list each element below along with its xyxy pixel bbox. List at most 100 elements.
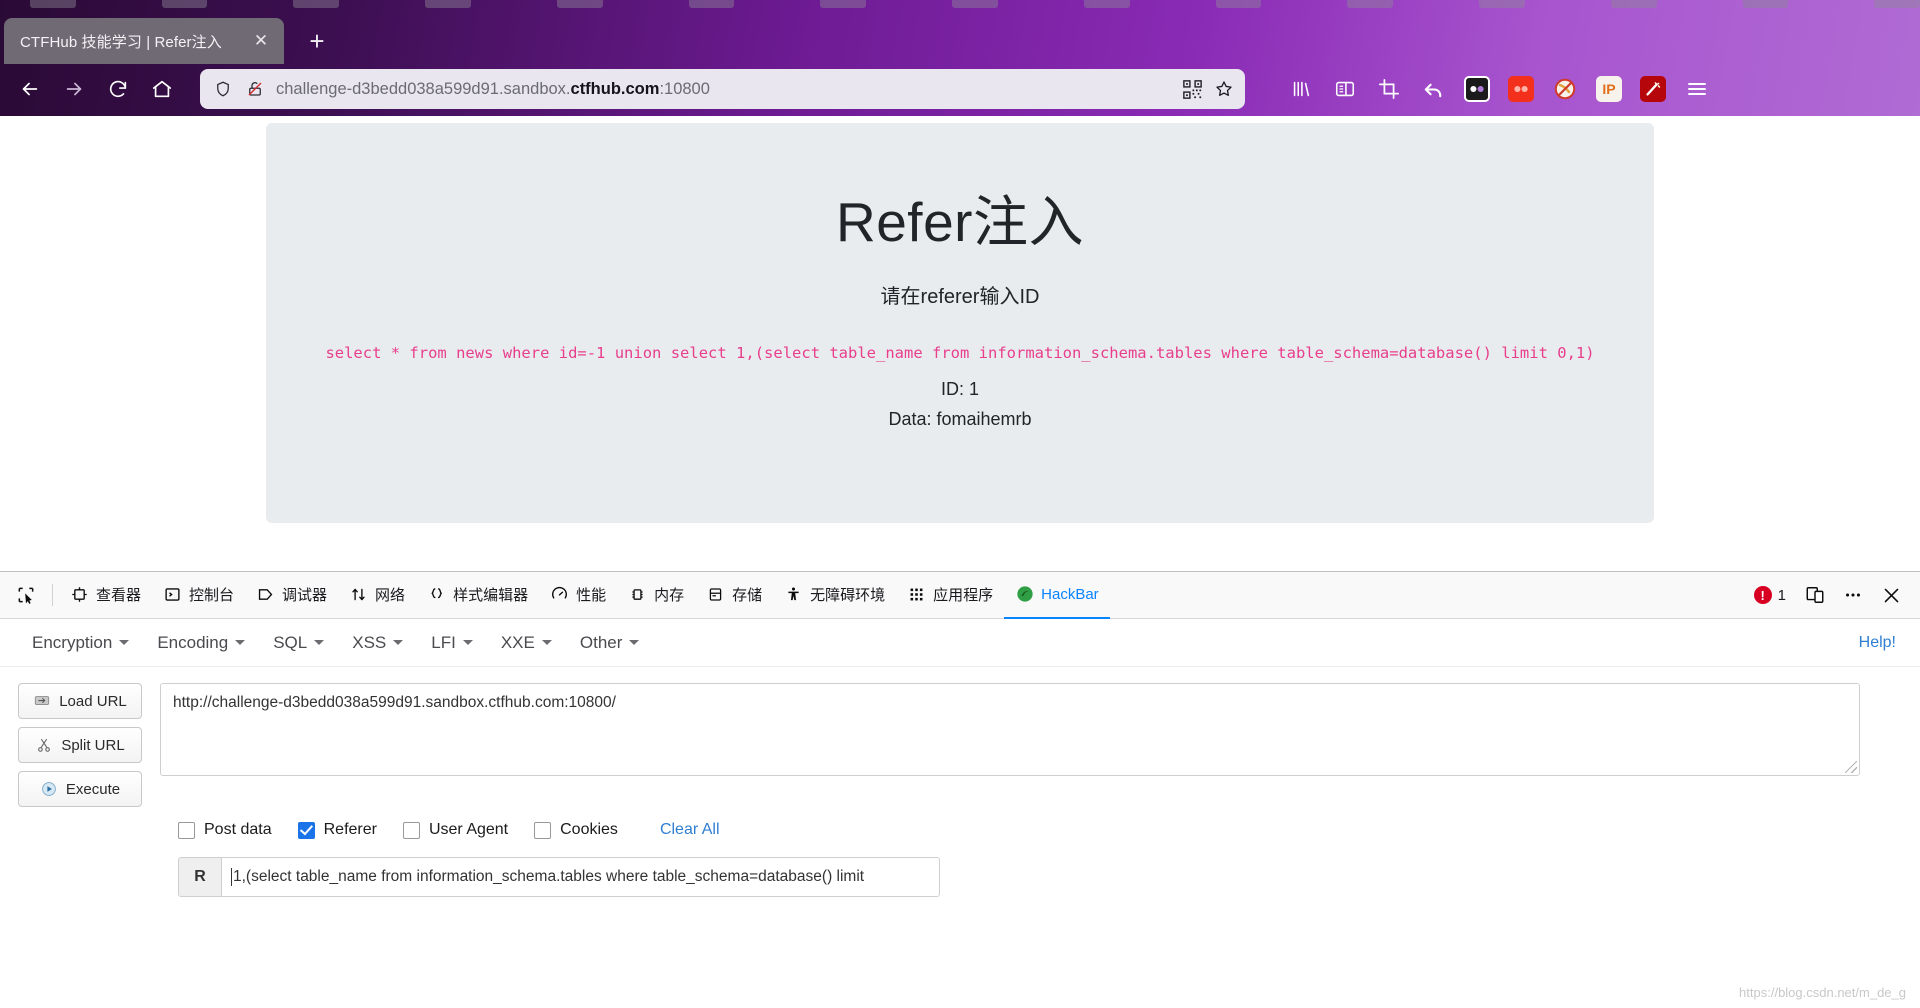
devtools-controls: ! 1	[1753, 578, 1920, 612]
post-data-checkbox[interactable]	[178, 821, 195, 839]
menu-label: XSS	[352, 632, 387, 652]
tab-hackbar[interactable]: HackBar	[1004, 572, 1110, 619]
menu-encoding[interactable]: Encoding	[143, 627, 259, 659]
dark-reader-icon[interactable]	[1459, 71, 1495, 107]
menu-label: XXE	[500, 632, 535, 652]
memory-icon	[628, 585, 647, 604]
button-label: Load URL	[59, 692, 127, 710]
element-picker-icon[interactable]	[6, 575, 46, 615]
hackbar-action-buttons: Load URL Split URL Execute	[18, 683, 142, 807]
option-referer[interactable]: Referer	[297, 821, 377, 839]
menu-label: Encoding	[157, 632, 229, 652]
red-extension-icon[interactable]	[1503, 71, 1539, 107]
tab-performance[interactable]: 性能	[539, 572, 617, 619]
back-arrow-icon[interactable]	[10, 69, 50, 109]
browser-tab[interactable]: CTFHub 技能学习 | Refer注入 ✕	[4, 18, 284, 64]
user-agent-checkbox[interactable]	[402, 821, 420, 839]
execute-icon	[40, 780, 58, 798]
tab-debugger[interactable]: 调试器	[245, 572, 338, 619]
referer-input[interactable]: 1,(select table_name from information_sc…	[222, 858, 939, 896]
referer-input-group[interactable]: R 1,(select table_name from information_…	[178, 857, 940, 897]
ghost-tab	[1479, 0, 1525, 8]
crop-icon[interactable]	[1371, 71, 1407, 107]
reload-icon[interactable]	[98, 69, 138, 109]
library-icon[interactable]	[1283, 71, 1319, 107]
tab-label: HackBar	[1041, 585, 1099, 603]
tab-application[interactable]: 应用程序	[896, 572, 1004, 619]
application-icon	[907, 585, 926, 604]
sidebar-icon[interactable]	[1327, 71, 1363, 107]
extension-toolbar: IP	[1283, 71, 1715, 107]
tab-style-editor[interactable]: 样式编辑器	[416, 572, 539, 619]
qr-code-icon[interactable]	[1181, 78, 1203, 100]
url-text: challenge-d3bedd038a599d91.sandbox.ctfhu…	[276, 79, 710, 98]
menu-label: Encryption	[32, 632, 113, 652]
tab-storage[interactable]: 存储	[695, 572, 773, 619]
menu-xss[interactable]: XSS	[338, 627, 417, 659]
performance-icon	[550, 585, 569, 604]
option-cookies[interactable]: Cookies	[534, 821, 618, 839]
menu-label: Other	[579, 632, 623, 652]
hackbar-panel: Encryption Encoding SQL XSS LFI XXE Othe…	[0, 619, 1920, 1008]
url-bar[interactable]: challenge-d3bedd038a599d91.sandbox.ctfhu…	[200, 69, 1245, 109]
ghost-tab	[30, 0, 76, 8]
referer-prefix-label: R	[179, 858, 222, 896]
cookies-checkbox[interactable]	[534, 821, 552, 839]
menu-encryption[interactable]: Encryption	[18, 627, 143, 659]
url-input-value: http://challenge-d3bedd038a599d91.sandbo…	[173, 694, 616, 711]
option-label: Referer	[323, 821, 377, 838]
chevron-down-icon	[462, 640, 473, 645]
split-url-button[interactable]: Split URL	[18, 727, 142, 763]
close-icon[interactable]: ✕	[250, 30, 272, 52]
menu-other[interactable]: Other	[566, 627, 654, 659]
option-post-data[interactable]: Post data	[178, 821, 272, 839]
responsive-design-mode-icon[interactable]	[1798, 578, 1832, 612]
network-icon	[349, 585, 368, 604]
ghost-tab	[556, 0, 603, 8]
star-icon[interactable]	[1213, 78, 1235, 100]
error-count-badge[interactable]: ! 1	[1753, 586, 1786, 604]
close-devtools-icon[interactable]	[1874, 578, 1908, 612]
ghost-tab	[688, 0, 735, 8]
lock-broken-icon[interactable]	[244, 78, 266, 100]
help-link[interactable]: Help!	[1859, 634, 1902, 652]
page-title: Refer注入	[836, 191, 1084, 253]
split-url-icon	[35, 736, 53, 754]
background-window-tabs	[0, 0, 1920, 10]
new-tab-button[interactable]: +	[298, 22, 336, 60]
url-input[interactable]: http://challenge-d3bedd038a599d91.sandbo…	[160, 683, 1860, 776]
tab-network[interactable]: 网络	[338, 572, 416, 619]
tab-label: 控制台	[189, 586, 235, 604]
ip-extension-icon[interactable]: IP	[1591, 71, 1627, 107]
undo-icon[interactable]	[1415, 71, 1451, 107]
tab-label: 性能	[576, 586, 607, 604]
ghost-tab	[820, 0, 867, 8]
forward-arrow-icon[interactable]	[54, 69, 94, 109]
tab-memory[interactable]: 内存	[617, 572, 695, 619]
meatball-menu-icon[interactable]	[1836, 578, 1870, 612]
app-menu-icon[interactable]	[1679, 71, 1715, 107]
home-icon[interactable]	[142, 69, 182, 109]
menu-xxe[interactable]: XXE	[487, 627, 566, 659]
referer-checkbox[interactable]	[297, 821, 315, 839]
noscript-icon[interactable]	[1547, 71, 1583, 107]
tab-accessibility[interactable]: 无障碍环境	[773, 572, 896, 619]
resize-handle[interactable]	[1845, 761, 1857, 773]
tab-console[interactable]: 控制台	[152, 572, 245, 619]
menu-sql[interactable]: SQL	[259, 627, 338, 659]
tab-label: 应用程序	[933, 586, 994, 604]
execute-button[interactable]: Execute	[18, 771, 142, 807]
option-label: User Agent	[428, 821, 509, 838]
menu-label: LFI	[431, 632, 456, 652]
load-url-button[interactable]: Load URL	[18, 683, 142, 719]
chevron-down-icon	[393, 640, 404, 645]
wand-extension-icon[interactable]	[1635, 71, 1671, 107]
shield-icon[interactable]	[212, 78, 234, 100]
tab-inspector[interactable]: 查看器	[59, 572, 152, 619]
menu-lfi[interactable]: LFI	[417, 627, 487, 659]
option-user-agent[interactable]: User Agent	[402, 821, 509, 839]
ghost-tab	[1742, 0, 1789, 8]
clear-all-link[interactable]: Clear All	[660, 821, 720, 839]
error-count: 1	[1777, 586, 1786, 604]
option-label: Cookies	[560, 821, 618, 838]
